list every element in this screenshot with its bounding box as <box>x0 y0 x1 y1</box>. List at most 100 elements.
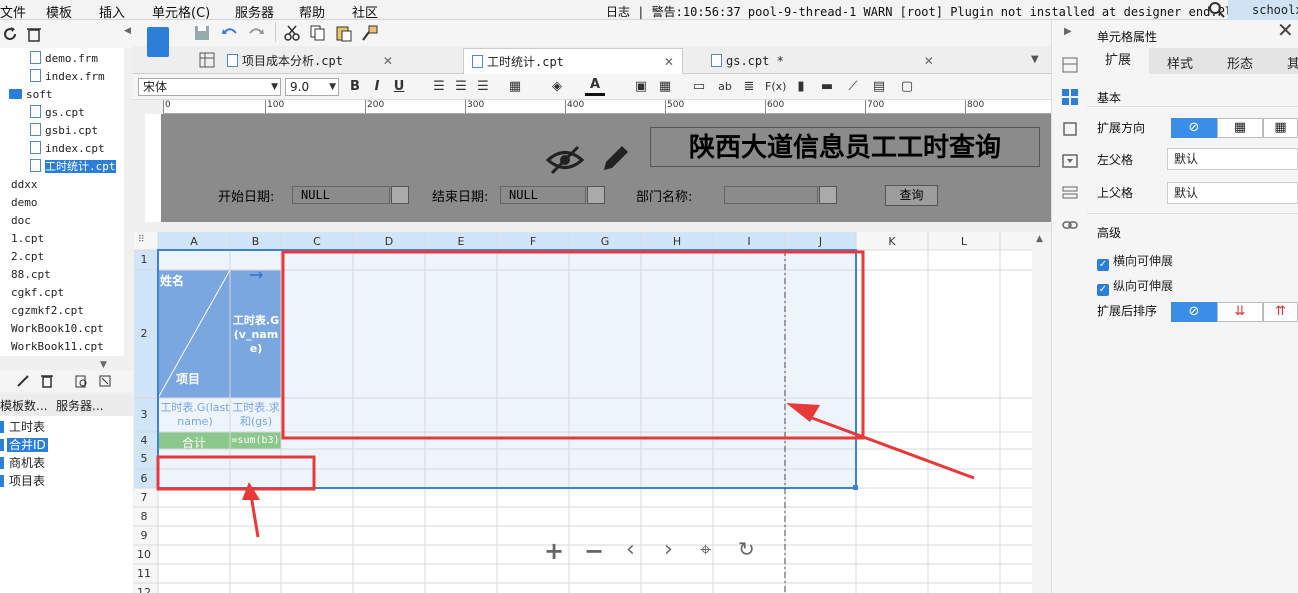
delete-icon[interactable] <box>26 26 42 42</box>
tab-list-icon[interactable]: ▼ <box>1031 54 1039 65</box>
column-header-e[interactable]: E <box>425 235 497 248</box>
tab-other[interactable]: 其 <box>1287 53 1298 72</box>
align-left-icon[interactable]: ☰ <box>429 77 449 97</box>
edit-pencil-icon[interactable] <box>598 142 632 176</box>
spreadsheet-grid[interactable]: ⠿ 姓名 项目 工时表.G(v_name) 工时表.G(lastname) 工时… <box>134 232 1032 593</box>
menu-help[interactable]: 帮助 <box>299 2 325 21</box>
column-header-h[interactable]: H <box>641 235 713 248</box>
row-header-4[interactable]: 4 <box>134 434 154 447</box>
fill-color-icon[interactable]: ◈ <box>547 77 567 97</box>
row-header-10[interactable]: 10 <box>134 548 154 561</box>
scroll-up-icon[interactable]: ▲ <box>1036 234 1043 244</box>
fit-icon[interactable]: ⌖ <box>700 537 711 561</box>
log-message[interactable]: 日志 | 警告:10:56:37 pool-9-thread-1 WARN [r… <box>606 3 1298 20</box>
align-right-icon[interactable]: ☰ <box>473 77 493 97</box>
cell-attributes-icon[interactable] <box>1061 88 1079 106</box>
tree-item[interactable]: index.frm <box>30 68 105 86</box>
tab-style[interactable]: 样式 <box>1167 53 1193 72</box>
tree-item[interactable]: gsbi.cpt <box>30 122 98 140</box>
row-header-9[interactable]: 9 <box>134 529 154 542</box>
v-extend-checkbox[interactable]: ✓ 纵向可伸展 <box>1097 277 1173 296</box>
tab-form[interactable]: 形态 <box>1227 53 1253 72</box>
new-report-icon[interactable] <box>199 52 215 68</box>
tree-item[interactable]: 88.cpt <box>2 266 51 284</box>
tab-work-hours[interactable]: 工时统计.cpt ✕ <box>463 48 683 74</box>
row-header-8[interactable]: 8 <box>134 510 154 523</box>
font-family-select[interactable]: 宋体 ▼ <box>138 78 281 96</box>
insert-subreport-icon[interactable]: ▤ <box>869 77 889 97</box>
tree-item[interactable]: index.cpt <box>30 140 105 158</box>
insert-formula-icon[interactable]: F(x) <box>765 77 786 97</box>
close-icon[interactable]: ✕ <box>383 54 393 68</box>
tree-item[interactable]: 1.cpt <box>2 230 44 248</box>
splitter-handle-icon[interactable]: ▼ <box>100 360 107 370</box>
transform-icon[interactable] <box>98 374 112 388</box>
expand-horizontal-option[interactable]: ▦ <box>1263 118 1298 138</box>
tree-item[interactable]: cgzmkf2.cpt <box>2 302 84 320</box>
refresh-icon[interactable] <box>2 26 18 42</box>
row-header-7[interactable]: 7 <box>134 491 154 504</box>
insert-chart-icon[interactable]: ▮ <box>791 77 811 97</box>
column-header-b[interactable]: B <box>230 235 281 248</box>
next-icon[interactable]: › <box>664 537 673 562</box>
tree-item[interactable]: demo.frm <box>30 50 98 68</box>
format-painter-icon[interactable] <box>361 24 379 42</box>
dataset-item[interactable]: 项目表 <box>0 472 47 490</box>
search-icon[interactable] <box>1208 1 1226 19</box>
row-header-6[interactable]: 6 <box>134 472 154 485</box>
rotate-icon[interactable]: ↻ <box>738 537 755 561</box>
calendar-icon[interactable] <box>391 186 409 204</box>
tree-item[interactable]: ddxx <box>2 176 38 194</box>
save-icon[interactable] <box>193 24 211 42</box>
column-header-i[interactable]: I <box>713 235 785 248</box>
column-header-l[interactable]: L <box>928 235 1000 248</box>
row-header-3[interactable]: 3 <box>134 408 154 421</box>
font-size-select[interactable]: 9.0 ▼ <box>285 78 339 96</box>
menu-file[interactable]: 文件 <box>0 2 26 21</box>
zoom-out-icon[interactable]: − <box>584 537 604 565</box>
close-panel-icon[interactable]: ✕ <box>1277 18 1294 42</box>
column-header-j[interactable]: J <box>785 235 856 248</box>
tab-template-datasets[interactable]: 模板数... <box>0 397 47 414</box>
insert-slash-icon[interactable]: ⟋ <box>843 77 863 97</box>
preview-icon[interactable] <box>74 374 88 388</box>
paste-icon[interactable] <box>335 24 353 42</box>
user-account[interactable]: schoolxi <box>1228 0 1298 20</box>
column-header-c[interactable]: C <box>281 235 353 248</box>
merge-icon[interactable]: ▣ <box>631 77 651 97</box>
dataset-item[interactable]: 工时表 <box>0 418 47 436</box>
column-header-k[interactable]: K <box>856 235 928 248</box>
tree-item[interactable]: WorkBook10.cpt <box>2 320 104 338</box>
column-header-g[interactable]: G <box>569 235 641 248</box>
tree-item[interactable]: cgkf.cpt <box>2 284 64 302</box>
close-icon[interactable]: ✕ <box>924 54 934 68</box>
edit-icon[interactable] <box>16 374 30 388</box>
tab-server-datasets[interactable]: 服务器... <box>56 397 103 414</box>
menu-template[interactable]: 模板 <box>46 2 72 21</box>
tab-gs[interactable]: gs.cpt * ✕ <box>703 48 942 74</box>
expand-none-option[interactable]: ⊘ <box>1171 118 1217 138</box>
expand-vertical-option[interactable]: ▦ <box>1217 118 1263 138</box>
dataset-item[interactable]: 商机表 <box>0 454 47 472</box>
tree-folder-soft[interactable]: soft <box>9 86 53 104</box>
insert-ab-icon[interactable]: ab <box>715 77 735 97</box>
tree-item[interactable]: gs.cpt <box>30 104 85 122</box>
end-date-field[interactable]: NULL <box>500 186 586 204</box>
insert-image-icon[interactable]: ▬ <box>817 77 837 97</box>
up-parent-select[interactable]: 默认 <box>1167 182 1298 204</box>
expand-right-icon[interactable]: ▶ <box>1064 26 1072 37</box>
italic-icon[interactable]: I <box>367 77 387 97</box>
border-more-icon[interactable]: ▢ <box>897 77 917 97</box>
tree-item[interactable]: WorkBook11.cpt <box>2 338 104 356</box>
menu-community[interactable]: 社区 <box>352 2 378 21</box>
align-center-icon[interactable]: ☰ <box>451 77 471 97</box>
font-color-icon[interactable]: A <box>585 77 605 96</box>
menu-cell[interactable]: 单元格(C) <box>152 2 210 21</box>
grid-icon[interactable]: ▦ <box>655 77 675 97</box>
column-header-d[interactable]: D <box>353 235 425 248</box>
tab-expand[interactable]: 扩展 <box>1087 48 1149 74</box>
tree-item[interactable]: 2.cpt <box>2 248 44 266</box>
bold-icon[interactable]: B <box>345 77 365 97</box>
close-icon[interactable]: ✕ <box>664 55 674 69</box>
tree-item[interactable]: doc <box>2 212 31 230</box>
